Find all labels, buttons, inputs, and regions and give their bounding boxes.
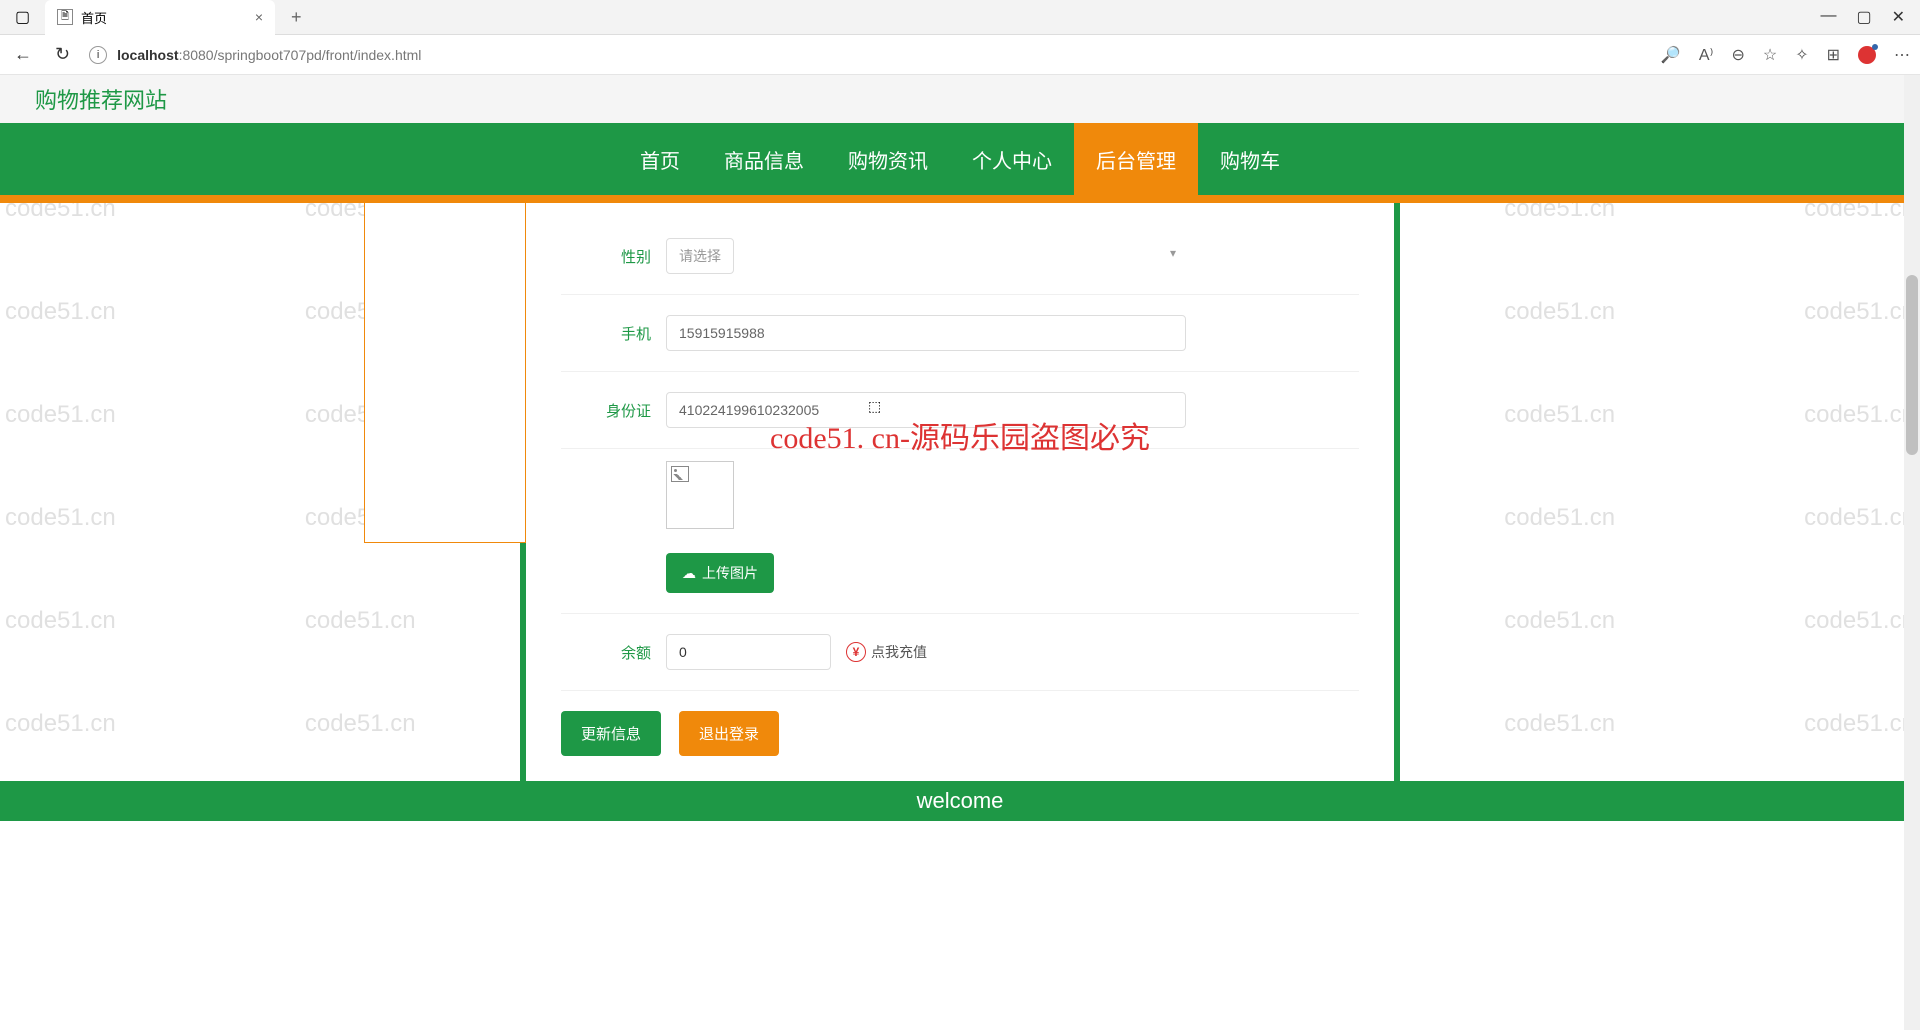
id-input[interactable]: [666, 392, 1186, 428]
nav-item-0[interactable]: 首页: [618, 123, 702, 195]
maximize-icon[interactable]: ▢: [1856, 7, 1871, 27]
upload-label: 上传图片: [702, 563, 758, 583]
recharge-label: 点我充值: [871, 642, 927, 662]
update-button[interactable]: 更新信息: [561, 711, 661, 756]
content-panel: 性别 请选择 手机 身份证: [520, 203, 1400, 781]
extensions-icon[interactable]: ⊞: [1827, 45, 1840, 65]
page-icon: 🗎: [57, 9, 73, 25]
scrollbar[interactable]: [1904, 75, 1920, 1030]
site-header: 购物推荐网站: [0, 75, 1920, 123]
main-nav: 首页商品信息购物资讯个人中心后台管理购物车: [0, 123, 1920, 195]
footer-text: welcome: [917, 788, 1004, 814]
site-info-icon[interactable]: i: [89, 46, 107, 64]
close-window-icon[interactable]: ✕: [1892, 7, 1905, 27]
yen-icon: ¥: [846, 642, 866, 662]
favorite-icon[interactable]: ☆: [1763, 45, 1777, 65]
tab-title: 首页: [81, 8, 107, 27]
window-tab-icon: ▢: [0, 7, 45, 27]
new-tab-button[interactable]: +: [283, 7, 310, 28]
url-path: :8080/springboot707pd/front/index.html: [179, 47, 422, 63]
balance-label: 余额: [561, 642, 651, 663]
window-controls: — ▢ ✕: [1820, 7, 1920, 27]
browser-address-bar: ← ↻ i localhost:8080/springboot707pd/fro…: [0, 35, 1920, 75]
search-bing-icon[interactable]: 🔎: [1661, 45, 1681, 65]
browser-toolbar: 🔎 A⁾ ⊖ ☆ ✧ ⊞ ⋯: [1661, 45, 1910, 65]
profile-form: 性别 请选择 手机 身份证: [526, 203, 1394, 781]
sidebar-panel: [364, 203, 526, 543]
minimize-icon[interactable]: —: [1820, 7, 1836, 27]
nav-item-1[interactable]: 商品信息: [702, 123, 826, 195]
close-tab-icon[interactable]: ×: [255, 9, 263, 25]
nav-item-2[interactable]: 购物资讯: [826, 123, 950, 195]
profile-icon[interactable]: [1858, 46, 1876, 64]
url-host: localhost: [117, 47, 178, 63]
scrollbar-thumb[interactable]: [1906, 275, 1918, 455]
more-icon[interactable]: ⋯: [1894, 45, 1910, 65]
browser-tab[interactable]: 🗎 首页 ×: [45, 0, 275, 35]
gender-select[interactable]: 请选择: [666, 238, 734, 274]
broken-image-icon: [671, 466, 689, 482]
image-preview: [666, 461, 734, 529]
browser-tab-bar: ▢ 🗎 首页 × + — ▢ ✕: [0, 0, 1920, 35]
site-title: 购物推荐网站: [35, 83, 167, 115]
nav-item-3[interactable]: 个人中心: [950, 123, 1074, 195]
url-input[interactable]: i localhost:8080/springboot707pd/front/i…: [89, 46, 1646, 64]
collections-icon[interactable]: ✧: [1795, 45, 1808, 65]
nav-item-4[interactable]: 后台管理: [1074, 123, 1198, 195]
logout-button[interactable]: 退出登录: [679, 711, 779, 756]
phone-label: 手机: [561, 323, 651, 344]
zoom-icon[interactable]: ⊖: [1731, 45, 1744, 65]
cloud-upload-icon: ☁: [682, 565, 696, 582]
gender-label: 性别: [561, 246, 651, 267]
cursor-icon: ⬚: [868, 398, 881, 415]
read-aloud-icon[interactable]: A⁾: [1699, 45, 1714, 65]
balance-input[interactable]: [666, 634, 831, 670]
back-button[interactable]: ←: [10, 40, 36, 69]
upload-button[interactable]: ☁ 上传图片: [666, 553, 774, 593]
recharge-link[interactable]: ¥ 点我充值: [846, 642, 927, 662]
refresh-button[interactable]: ↻: [51, 40, 74, 69]
phone-input[interactable]: [666, 315, 1186, 351]
id-label: 身份证: [561, 400, 651, 421]
nav-item-5[interactable]: 购物车: [1198, 123, 1302, 195]
accent-strip: [0, 195, 1920, 203]
footer: welcome: [0, 781, 1920, 821]
